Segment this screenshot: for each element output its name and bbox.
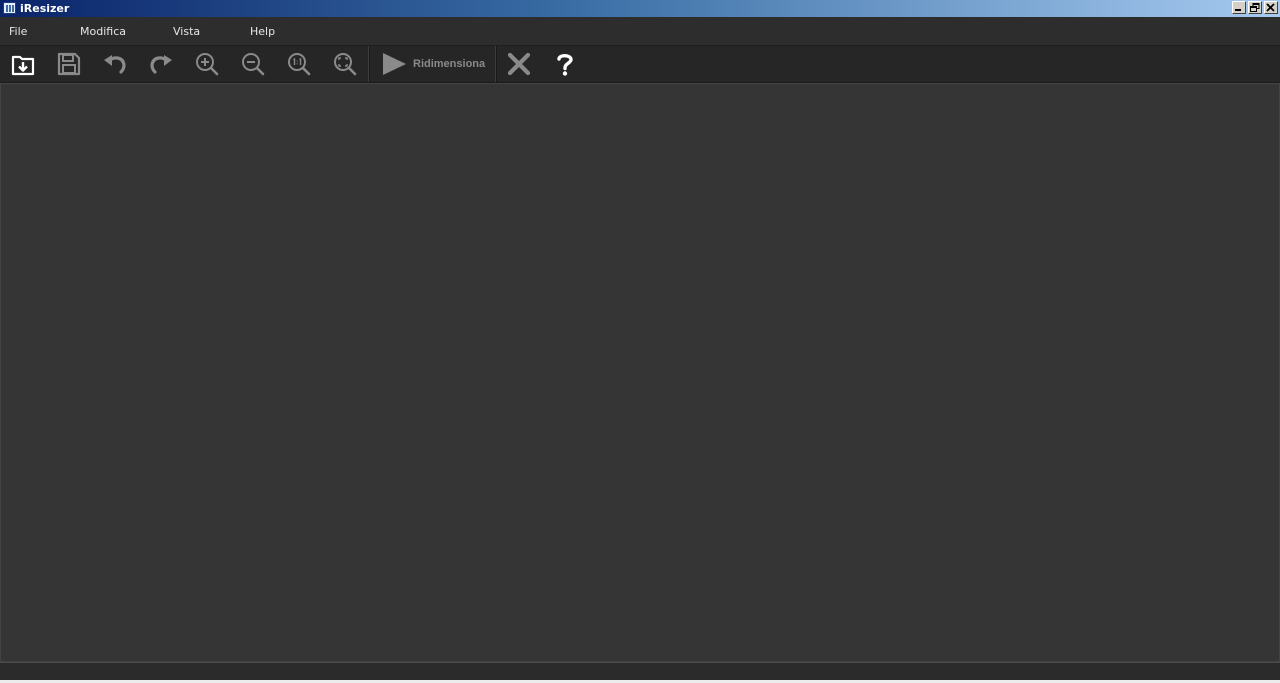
app-window: iResizer File Modifica Vista Help Ridime… xyxy=(0,0,1280,683)
title-bar[interactable]: iResizer xyxy=(0,0,1280,17)
help-button[interactable] xyxy=(550,50,580,78)
window-title: iResizer xyxy=(20,2,70,15)
play-icon xyxy=(383,53,406,75)
undo-button[interactable] xyxy=(100,50,130,78)
help-icon xyxy=(557,53,573,76)
menu-file[interactable]: File xyxy=(9,25,27,39)
image-workspace[interactable] xyxy=(0,83,1280,662)
zoom-actual-size-icon xyxy=(288,53,311,76)
save-icon xyxy=(57,52,81,76)
toolbar: Ridimensiona xyxy=(0,46,1280,83)
status-bar xyxy=(0,662,1280,681)
minimize-button[interactable] xyxy=(1232,1,1246,14)
zoom-fit-button[interactable] xyxy=(330,50,360,78)
open-button[interactable] xyxy=(8,50,38,78)
restore-button[interactable] xyxy=(1248,1,1262,14)
restore-icon xyxy=(1250,3,1260,12)
app-icon xyxy=(3,2,16,14)
zoom-in-button[interactable] xyxy=(192,50,222,78)
menu-bar: File Modifica Vista Help xyxy=(0,17,1280,46)
save-button[interactable] xyxy=(54,50,84,78)
window-controls xyxy=(1232,1,1278,15)
menu-help[interactable]: Help xyxy=(250,25,275,39)
minimize-icon xyxy=(1235,9,1241,11)
clear-button[interactable] xyxy=(504,50,534,78)
zoom-out-button[interactable] xyxy=(238,50,268,78)
close-window-button[interactable] xyxy=(1264,1,1278,14)
undo-icon xyxy=(104,55,126,74)
toolbar-separator xyxy=(495,46,497,82)
zoom-fit-icon xyxy=(334,53,357,76)
menu-modifica[interactable]: Modifica xyxy=(80,25,126,39)
toolbar-separator xyxy=(368,46,370,82)
zoom-actual-size-button[interactable] xyxy=(284,50,314,78)
redo-icon xyxy=(150,55,172,74)
zoom-out-icon xyxy=(242,53,265,76)
close-icon xyxy=(507,52,531,76)
close-window-icon xyxy=(1266,3,1275,12)
resize-button[interactable]: Ridimensiona xyxy=(376,50,490,78)
open-image-icon xyxy=(11,55,35,76)
redo-button[interactable] xyxy=(146,50,176,78)
zoom-in-icon xyxy=(196,53,219,76)
menu-vista[interactable]: Vista xyxy=(173,25,200,39)
resize-label: Ridimensiona xyxy=(413,58,486,70)
